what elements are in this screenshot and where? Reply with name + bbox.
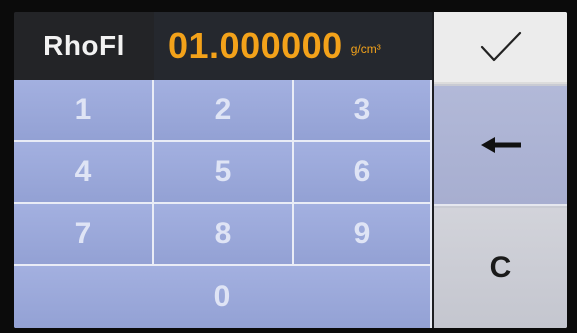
key-6[interactable]: 6 xyxy=(294,142,432,204)
key-9[interactable]: 9 xyxy=(294,204,432,266)
action-column: C xyxy=(434,12,567,328)
unit-label: g/cm³ xyxy=(350,42,381,56)
key-7[interactable]: 7 xyxy=(14,204,154,266)
value-text: 01.000000 xyxy=(168,25,343,66)
numeric-keypad: 1 2 3 4 5 6 7 8 9 0 xyxy=(14,80,432,328)
key-0[interactable]: 0 xyxy=(14,266,432,328)
key-3[interactable]: 3 xyxy=(294,80,432,142)
key-1[interactable]: 1 xyxy=(14,80,154,142)
backspace-button[interactable] xyxy=(434,86,567,206)
clear-button[interactable]: C xyxy=(434,208,567,328)
value-display: 01.000000 g/cm³ xyxy=(154,12,432,80)
arrow-left-icon xyxy=(480,137,521,153)
key-4[interactable]: 4 xyxy=(14,142,154,204)
numeric-entry-screen: RhoFl 01.000000 g/cm³ 1 2 3 4 5 6 7 8 9 … xyxy=(14,12,567,328)
confirm-button[interactable] xyxy=(434,12,567,84)
key-5[interactable]: 5 xyxy=(154,142,294,204)
checkmark-icon xyxy=(480,31,521,62)
key-2[interactable]: 2 xyxy=(154,80,294,142)
key-8[interactable]: 8 xyxy=(154,204,294,266)
parameter-label: RhoFl xyxy=(14,12,154,80)
